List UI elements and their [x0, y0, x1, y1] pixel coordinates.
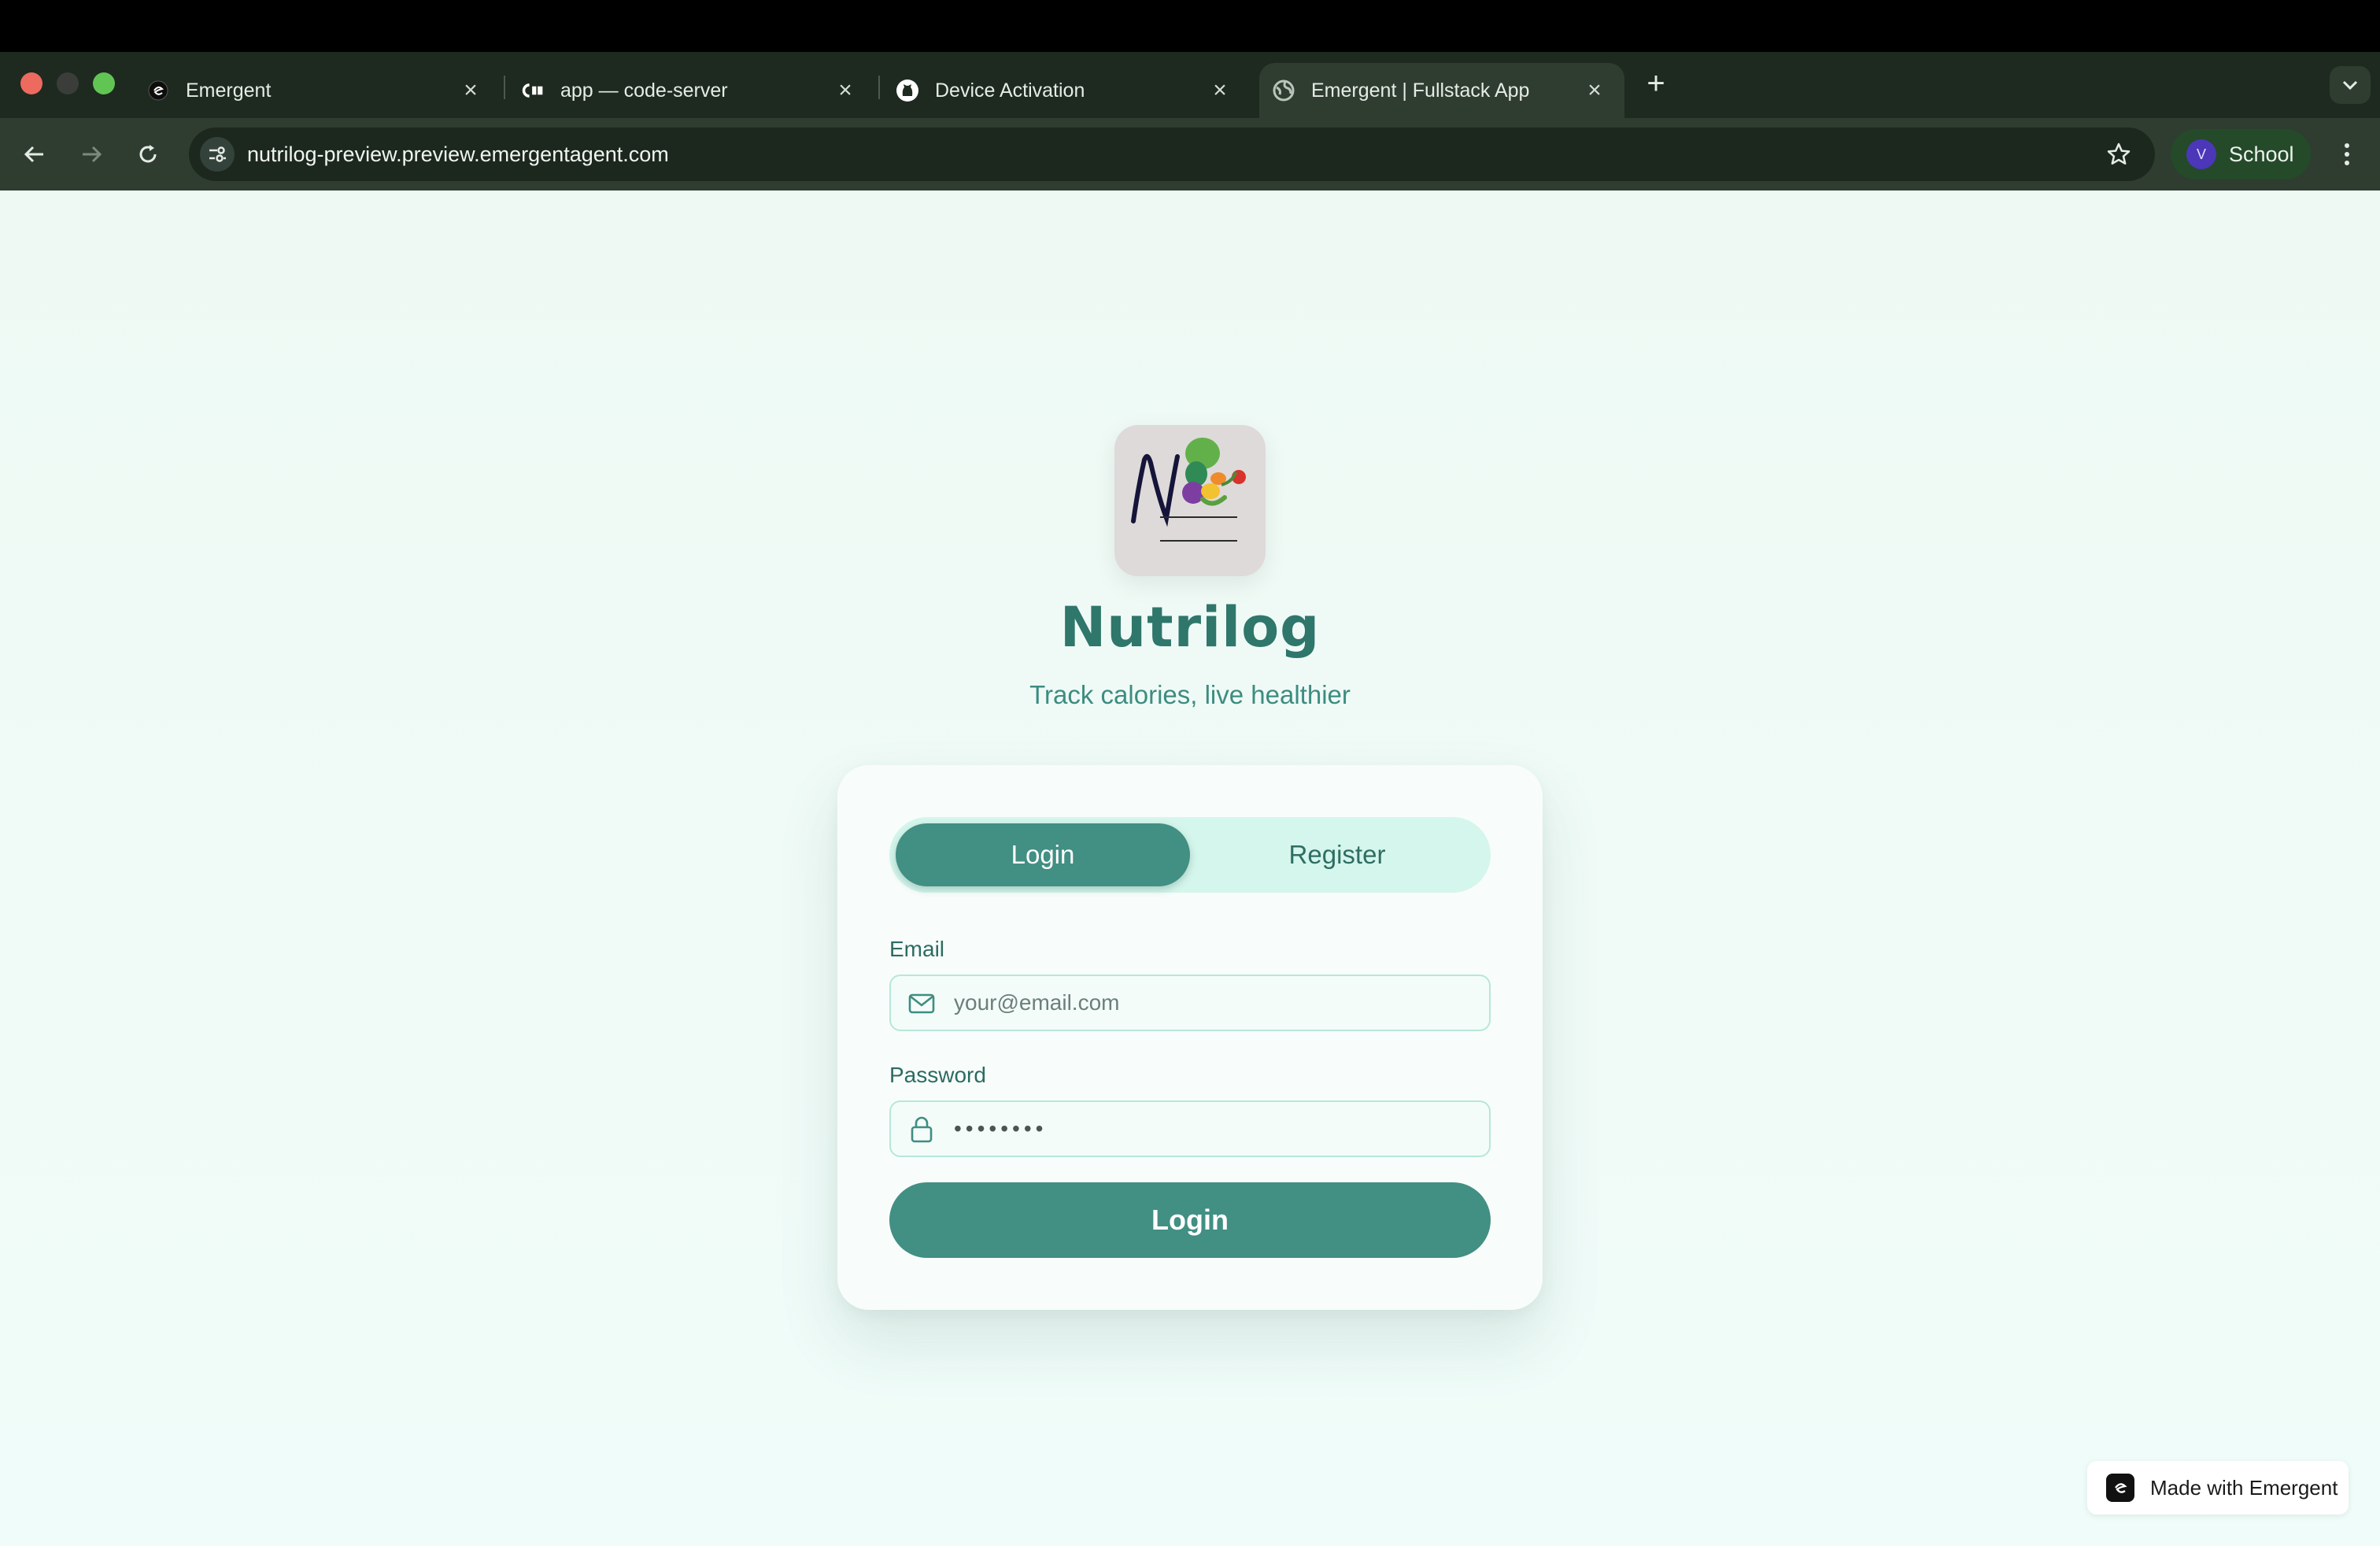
tab-device-activation[interactable]: Device Activation ×	[896, 63, 1250, 118]
code-server-icon	[521, 79, 545, 102]
bookmark-star-icon[interactable]	[2100, 135, 2138, 173]
tab-search-button[interactable]	[2330, 66, 2371, 104]
profile-name: School	[2229, 142, 2294, 166]
password-field-wrapper	[889, 1100, 1491, 1157]
avatar: V	[2186, 139, 2216, 169]
tab-register[interactable]: Register	[1190, 823, 1484, 886]
arrow-right-icon	[83, 146, 102, 163]
emergent-icon	[146, 79, 170, 102]
tab-title: app — code-server	[560, 79, 728, 102]
made-with-emergent-badge[interactable]: Made with Emergent	[2087, 1461, 2349, 1515]
tab-fullstack-app[interactable]: Emergent | Fullstack App ×	[1259, 63, 1624, 118]
reload-icon	[139, 145, 157, 163]
close-tab-icon[interactable]: ×	[1580, 76, 1609, 105]
auth-mode-toggle: Login Register	[889, 817, 1491, 893]
password-label: Password	[889, 1063, 986, 1087]
tab-emergent[interactable]: Emergent ×	[146, 63, 501, 118]
tab-title: Device Activation	[935, 79, 1085, 102]
reload-button[interactable]	[129, 135, 167, 173]
url-text[interactable]: nutrilog-preview.preview.emergentagent.c…	[247, 139, 669, 170]
email-label: Email	[889, 937, 945, 961]
badge-label: Made with Emergent	[2150, 1475, 2338, 1500]
github-icon	[896, 79, 919, 102]
password-input[interactable]	[954, 1102, 1473, 1156]
app-logo	[1114, 425, 1266, 576]
mail-icon	[908, 990, 935, 1017]
profile-chip[interactable]: V School	[2171, 129, 2311, 179]
login-submit-button[interactable]: Login	[889, 1182, 1491, 1258]
chevron-down-icon	[2342, 80, 2358, 91]
window-close-button[interactable]	[20, 72, 42, 94]
tab-title: Emergent	[186, 79, 272, 102]
tab-login[interactable]: Login	[896, 823, 1190, 886]
tab-separator	[878, 76, 880, 99]
globe-icon	[1272, 79, 1295, 102]
tab-title: Emergent | Fullstack App	[1311, 79, 1530, 102]
auth-card: Login Register Email Password Login	[837, 765, 1543, 1310]
tab-separator	[504, 76, 505, 99]
tab-code-server[interactable]: app — code-server ×	[521, 63, 875, 118]
window-zoom-button[interactable]	[93, 72, 115, 94]
email-field-wrapper	[889, 975, 1491, 1031]
email-input[interactable]	[954, 976, 1473, 1030]
app-title: Nutrilog	[1059, 595, 1321, 660]
site-settings-icon[interactable]	[200, 137, 235, 172]
back-button[interactable]	[16, 135, 54, 173]
app-tagline: Track calories, live healthier	[1029, 680, 1351, 709]
forward-button[interactable]	[72, 135, 110, 173]
window-minimize-button[interactable]	[57, 72, 79, 94]
os-top-bar	[0, 0, 2380, 52]
more-vert-icon	[2345, 143, 2349, 165]
arrow-left-icon	[24, 146, 43, 163]
new-tab-button[interactable]: +	[1640, 66, 1672, 101]
emergent-logo-icon	[2106, 1474, 2134, 1502]
close-tab-icon[interactable]: ×	[456, 76, 485, 105]
browser-menu-button[interactable]	[2333, 135, 2361, 173]
close-tab-icon[interactable]: ×	[831, 76, 859, 105]
lock-icon	[908, 1116, 935, 1143]
close-tab-icon[interactable]: ×	[1206, 76, 1234, 105]
